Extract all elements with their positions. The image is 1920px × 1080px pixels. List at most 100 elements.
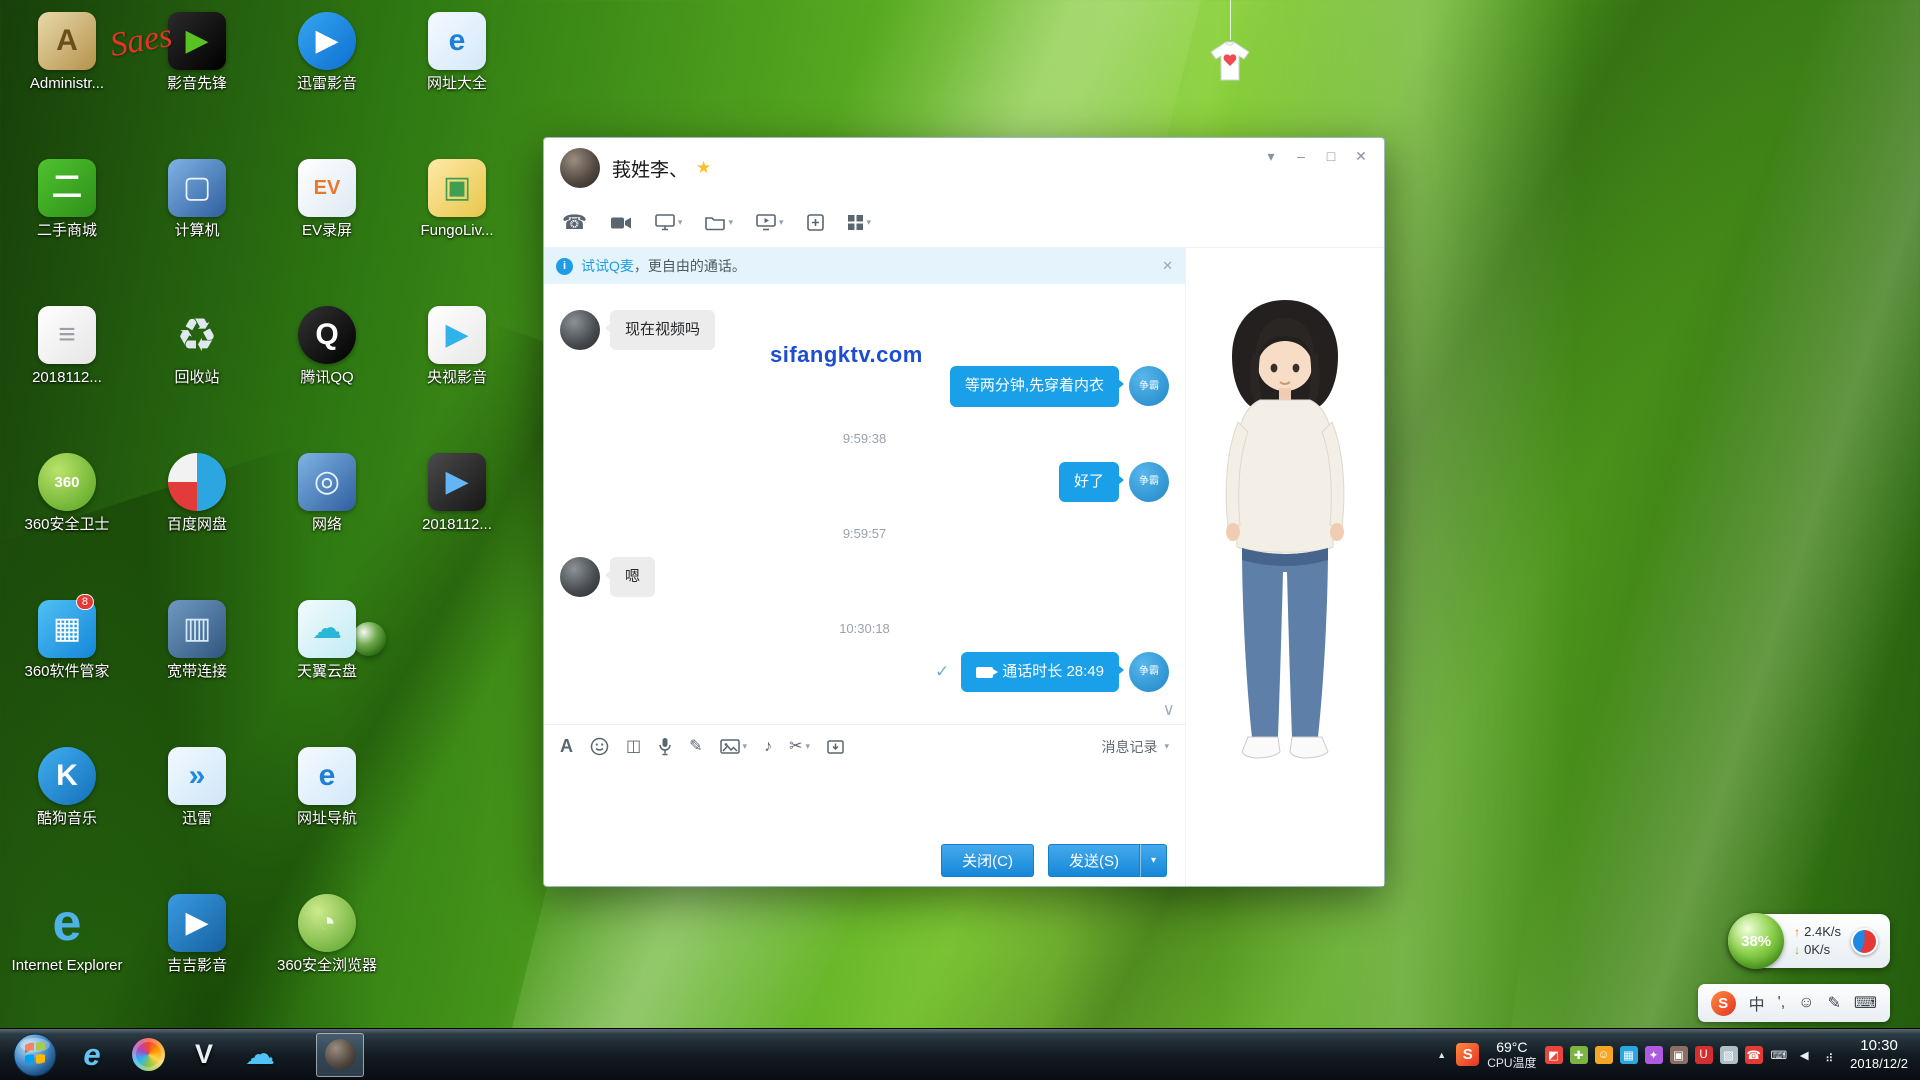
desktop-icon-wangzhi-daohang[interactable]: e网址导航 <box>266 747 388 829</box>
emoji-icon <box>590 737 609 756</box>
peer-avatar-large[interactable] <box>560 148 600 188</box>
self-avatar[interactable]: 争霸 <box>1129 652 1169 692</box>
desktop-icon-360-manager[interactable]: ▦8360软件管家 <box>6 600 128 682</box>
tray-app-9[interactable]: ☎ <box>1745 1046 1763 1064</box>
peer-avatar[interactable] <box>560 557 600 597</box>
desktop-icon-kugou[interactable]: K酷狗音乐 <box>6 747 128 829</box>
message-input[interactable] <box>544 768 1185 834</box>
chat-title: 莪姓李、 <box>612 155 688 182</box>
screen-capture-button[interactable]: ▾ <box>647 210 691 235</box>
window-titlebar[interactable]: 莪姓李、 ★ ▾ – □ ✕ <box>544 138 1384 198</box>
desktop-icon-recycle-bin[interactable]: ♻回收站 <box>136 306 258 388</box>
desktop-icon-baidu-pan[interactable]: 百度网盘 <box>136 453 258 535</box>
cpu-temp-widget[interactable]: 69°C CPU温度 <box>1487 1039 1536 1070</box>
desktop-icon-xunlei[interactable]: »迅雷 <box>136 747 258 829</box>
voice-call-button[interactable]: ☎ <box>554 209 595 237</box>
taskbar-button-sogou-browser[interactable] <box>124 1033 172 1077</box>
hidden-icons-button[interactable]: ▲ <box>1437 1050 1446 1060</box>
self-avatar[interactable]: 争霸 <box>1129 366 1169 406</box>
apps-button[interactable]: ▾ <box>839 210 880 235</box>
close-button[interactable]: ✕ <box>1346 144 1376 168</box>
close-chat-button[interactable]: 关闭(C) <box>941 844 1034 877</box>
desktop-icon-doc-20181122[interactable]: ≡2018112... <box>6 306 128 388</box>
net-speed-widget[interactable]: 38% ↑2.4K/s ↓0K/s <box>1728 914 1890 968</box>
start-button[interactable] <box>12 1032 58 1078</box>
chinese-mode-icon[interactable]: 中 <box>1749 991 1765 1015</box>
handwrite-button[interactable]: ✎ <box>689 739 702 755</box>
tray-app-4[interactable]: ▦ <box>1620 1046 1638 1064</box>
window-shake-button[interactable]: ◫ <box>626 739 641 755</box>
desktop-icon-network[interactable]: ◎网络 <box>266 453 388 535</box>
sogou-logo-icon[interactable]: S <box>1711 991 1736 1016</box>
tray-app-1[interactable]: ◩ <box>1545 1046 1563 1064</box>
desktop-icon-tianyi-cloud[interactable]: ☁天翼云盘 <box>266 600 388 682</box>
send-options-button[interactable]: ▾ <box>1140 844 1167 877</box>
voice-message-button[interactable] <box>658 737 672 756</box>
taskbar-button-v-player[interactable]: V <box>180 1033 228 1077</box>
tray-app-2[interactable]: ✚ <box>1570 1046 1588 1064</box>
window-menu-button[interactable]: ▾ <box>1256 144 1286 168</box>
desktop-icon-360-safe[interactable]: 360360安全卫士 <box>6 453 128 535</box>
tray-app-3[interactable]: ☺ <box>1595 1046 1613 1064</box>
punctuation-icon[interactable]: ', <box>1778 994 1786 1012</box>
desktop-icon-tencent-qq[interactable]: Q腾讯QQ <box>266 306 388 388</box>
keyboard-icon[interactable]: ⌨ <box>1854 993 1877 1013</box>
scroll-down-icon[interactable]: ∨ <box>1163 700 1175 720</box>
timestamp: 9:59:38 <box>560 431 1169 446</box>
taskbar-button-cloud-app[interactable]: ☁ <box>236 1033 284 1077</box>
tray-volume-icon[interactable]: ◀ <box>1795 1046 1813 1064</box>
emoji-button[interactable] <box>590 737 609 756</box>
shop-icon: 二 <box>38 159 96 217</box>
desktop-icon-jiji-yingyin[interactable]: ▶吉吉影音 <box>136 894 258 976</box>
shirt-gadget[interactable] <box>1204 0 1256 89</box>
tray-keyboard-icon[interactable]: ⌨ <box>1770 1046 1789 1064</box>
desktop-icon-fungoliv[interactable]: ▣FungoLiv... <box>396 159 518 241</box>
desktop-icon-broadband[interactable]: ▥宽带连接 <box>136 600 258 682</box>
tray-app-5[interactable]: ✦ <box>1645 1046 1663 1064</box>
taskbar-button-ie[interactable]: e <box>68 1033 116 1077</box>
gadget-string <box>1230 0 1231 40</box>
desktop-icon-wangzhi-daquan[interactable]: e网址大全 <box>396 12 518 94</box>
message-history-button[interactable]: 消息记录 ▾ <box>1101 737 1169 757</box>
tray-app-6[interactable]: ▣ <box>1670 1046 1688 1064</box>
taskbar-button-qq-chat[interactable] <box>316 1033 364 1077</box>
tip-link[interactable]: 试试Q麦 <box>581 256 634 276</box>
image-button[interactable]: ▾ <box>720 739 748 754</box>
sogou-input-icon[interactable]: S <box>1456 1043 1479 1066</box>
desktop-icon-ev-luping[interactable]: EVEV录屏 <box>266 159 388 241</box>
desktop-icon-ershou-shangcheng[interactable]: 二二手商城 <box>6 159 128 241</box>
desktop-icon-yingyin-xianfeng[interactable]: ▶Saes影音先锋 <box>136 12 258 94</box>
peer-avatar[interactable] <box>560 310 600 350</box>
message-vault-button[interactable] <box>827 738 844 755</box>
tip-close-icon[interactable]: ✕ <box>1162 258 1173 274</box>
handwriting-icon[interactable]: ✎ <box>1828 993 1841 1013</box>
maximize-button[interactable]: □ <box>1316 144 1346 168</box>
taskbar-clock[interactable]: 10:30 2018/12/2 <box>1850 1037 1908 1072</box>
desktop-icon-360-browser[interactable]: ◔360安全浏览器 <box>266 894 388 976</box>
tray-app-7[interactable]: U <box>1695 1046 1713 1064</box>
desktop-icon-administrator[interactable]: AAdministr... <box>6 12 128 94</box>
baidu-cloud-icon <box>168 453 226 511</box>
font-button[interactable]: A <box>560 736 573 757</box>
screenshot-cut-button[interactable]: ✂▾ <box>789 739 810 755</box>
emoji-picker-icon[interactable]: ☺ <box>1798 994 1814 1012</box>
desktop-icon-cctv-yingyin[interactable]: ▶央视影音 <box>396 306 518 388</box>
music-button[interactable]: ♪ <box>764 739 772 755</box>
minimize-button[interactable]: – <box>1286 144 1316 168</box>
message-row: 等两分钟,先穿着内衣争霸 <box>560 366 1169 406</box>
tray-network-icon[interactable]: ⣴ <box>1820 1046 1838 1064</box>
desktop-icon-video-20181122[interactable]: ▶2018112... <box>396 453 518 535</box>
360-ball-icon[interactable] <box>1851 928 1878 955</box>
send-file-button[interactable]: ▾ <box>697 211 741 235</box>
create-group-button[interactable] <box>799 210 832 235</box>
desktop-icon-xunlei-yingyin[interactable]: ▶迅雷影音 <box>266 12 388 94</box>
desktop-icon-internet-explorer[interactable]: eInternet Explorer <box>6 894 128 976</box>
desktop-icon-computer[interactable]: ▢计算机 <box>136 159 258 241</box>
video-call-button[interactable] <box>602 211 640 235</box>
tray-app-8[interactable]: ▧ <box>1720 1046 1738 1064</box>
self-avatar[interactable]: 争霸 <box>1129 462 1169 502</box>
qq-show-panel[interactable] <box>1186 248 1384 886</box>
send-button[interactable]: 发送(S) <box>1048 844 1140 877</box>
memory-ball[interactable]: 38% <box>1728 913 1784 969</box>
screen-share-button[interactable]: ▾ <box>748 210 792 235</box>
